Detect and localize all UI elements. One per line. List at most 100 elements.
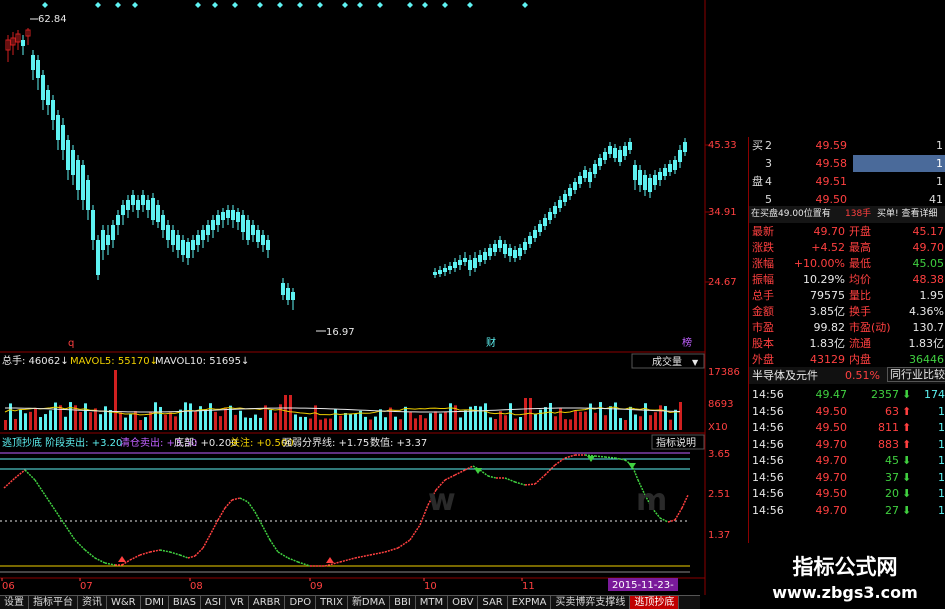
event-diamond [442,2,448,8]
stat-row: 金额 3.85亿 换手 4.36% [749,303,945,320]
tab-5[interactable]: BIAS [169,596,201,609]
tab-12[interactable]: BBI [390,596,416,609]
kline-chart[interactable]: 62.84 16.97 45.33 34.91 24.67 q 财 榜 总手: … [0,0,748,595]
volume-bar [564,419,567,430]
sector-compare-button[interactable]: 同行业比较 [887,367,945,382]
volume-bar [394,416,397,430]
indicator-header: 逃顶抄底 阶段卖出: +3.20清仓卖出: +3.50底部: +0.200关注:… [2,436,427,449]
volume-bar [359,410,362,430]
tab-14[interactable]: OBV [448,596,479,609]
candle [10,32,16,55]
tab-10[interactable]: TRIX [316,596,348,609]
stat-row: 股本 1.83亿 流通 1.83亿 [749,335,945,352]
tab-17[interactable]: 买卖博弈支撑线 [551,596,631,609]
candle [91,205,95,250]
tick-time: 14:56 [752,388,784,401]
tab-13[interactable]: MTM [416,596,449,609]
tab-1[interactable]: 指标平台 [29,596,78,609]
candle [51,95,55,130]
tab-18[interactable]: 逃顶抄底 [630,596,680,609]
indicator-segment [524,483,536,486]
volume-bar [269,410,272,430]
indicator-segment [397,539,411,549]
indicator-segment [194,547,204,557]
event-diamond [467,2,473,8]
volume-bar [19,409,22,430]
indicator-segment [269,539,279,553]
tab-2[interactable]: 资讯 [78,596,107,609]
sector-row[interactable]: 半导体及元件 0.51% 同行业比较 [749,367,945,384]
stat-value: 49.70 [813,225,846,238]
bid-level: 3 [765,157,772,170]
stat-label: 流通 [849,337,871,350]
marker-cai: 财 [486,336,496,349]
indicator-segment [674,507,683,521]
volume-bar [169,412,172,430]
stat-row: 最新 49.70 开盘 45.17 [749,223,945,240]
candle [61,118,65,160]
indicator-segment [94,557,106,564]
arrow-down-icon: ⬇ [902,503,912,517]
candle [668,160,672,176]
indicator-axis-tick-3: 1.37 [708,530,730,541]
volume-bar [84,403,87,430]
arrow-up-icon: ⬆ [902,404,912,418]
order-notice[interactable]: 在买盘49.00位置有 138手 买单! 查看详细 [749,206,945,223]
volume-bar [94,408,97,430]
candle [31,50,35,80]
tab-8[interactable]: ARBR [249,596,286,609]
tab-11[interactable]: 新DMA [348,596,391,609]
stat-value: 43129 [810,353,845,366]
tab-4[interactable]: DMI [141,596,169,609]
tab-3[interactable]: W&R [107,596,141,609]
volume-bar [484,403,487,430]
price-axis-tick-1: 34.91 [708,207,737,218]
tick-extra: 1 [938,503,945,517]
candle [493,240,497,256]
event-diamond [95,2,101,8]
volume-bar [599,402,602,430]
tab-7[interactable]: VR [226,596,249,609]
stat-value: 1.95 [919,289,945,302]
tab-16[interactable]: EXPMA [508,596,552,609]
bid-label: 买 [752,139,763,152]
volume-bar [24,413,27,430]
tab-15[interactable]: SAR [478,596,508,609]
indicator-segment [14,469,26,479]
indicator-segment [187,555,196,559]
tab-9[interactable]: DPO [285,596,317,609]
arrow-down-icon: ⬇ [902,487,912,500]
stat-value: 1.83亿 [908,337,945,350]
indicator-segment [277,551,289,559]
tick-row: 14:56 49.47 2357 ⬇ 174 [749,386,945,403]
candle [483,248,487,264]
tick-extra: 1 [938,437,945,451]
stat-label: 内盘 [849,353,871,366]
candle [593,160,597,178]
indicator-segment [149,549,161,553]
candle [533,226,537,242]
price-high-label: 62.84 [38,14,67,25]
indicator-segment [217,507,226,521]
tab-0[interactable]: 设置 [0,596,29,609]
candle [683,138,687,156]
indicator-segment [681,494,689,509]
stat-label: 市盈 [752,321,774,334]
indicator-segment [224,499,233,509]
price-axis-tick-2: 24.67 [708,277,737,288]
tab-6[interactable]: ASI [201,596,227,609]
volume-bars [4,370,682,430]
candle [638,165,642,192]
tick-extra: 1 [938,470,945,484]
volume-bar [219,416,222,430]
tick-price: 49.50 [815,487,848,500]
arrow-up-icon: ⬆ [902,421,912,434]
event-diamond [115,2,121,8]
tick-price: 49.70 [815,437,848,451]
volume-bar [489,417,492,430]
indicator-segment [3,477,16,489]
candle [236,208,240,230]
tick-extra: 174 [924,388,945,401]
notice-detail-button[interactable]: 买单! 查看详细 [877,206,937,223]
stat-label: 振幅 [752,273,774,286]
